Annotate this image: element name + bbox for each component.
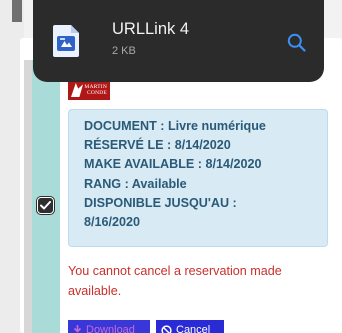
download-label: Download [86, 324, 135, 333]
download-button[interactable]: Download [68, 320, 150, 333]
select-checkbox[interactable] [37, 197, 54, 214]
checkmark-icon [40, 201, 51, 210]
download-notification[interactable]: URLLink 4 2 KB [33, 0, 324, 82]
detail-available-until-label: DISPONIBLE JUSQU'AU : [84, 195, 237, 210]
notification-search-button[interactable] [284, 30, 308, 54]
cancel-error-message: You cannot cancel a reservation made ava… [68, 264, 282, 298]
cancel-label: Cancel [176, 324, 211, 333]
card-edge [24, 60, 32, 333]
ban-icon [161, 324, 172, 333]
publisher-logo-line-2: CONDE [87, 90, 107, 96]
notification-file-size: 2 KB [112, 45, 136, 57]
search-icon [287, 33, 306, 52]
download-icon [73, 325, 82, 333]
detail-make-available: MAKE AVAILABLE : 8/14/2020 [84, 157, 262, 172]
notification-file-name: URLLink 4 [112, 20, 190, 38]
reservation-details: DOCUMENT : Livre numérique RÉSERVÉ LE : … [68, 109, 328, 247]
detail-available-until-date: 8/16/2020 [84, 215, 141, 230]
publisher-logo-mark [71, 83, 83, 97]
detail-document: DOCUMENT : Livre numérique [84, 119, 266, 133]
detail-rank: RANG : Available [84, 176, 187, 191]
header-corner [12, 0, 22, 22]
cancel-button[interactable]: Cancel [156, 320, 224, 333]
detail-reserved-on: RÉSERVÉ LE : 8/14/2020 [84, 138, 231, 153]
publisher-logo: MARTIN CONDE [68, 80, 110, 100]
file-icon [53, 25, 79, 57]
